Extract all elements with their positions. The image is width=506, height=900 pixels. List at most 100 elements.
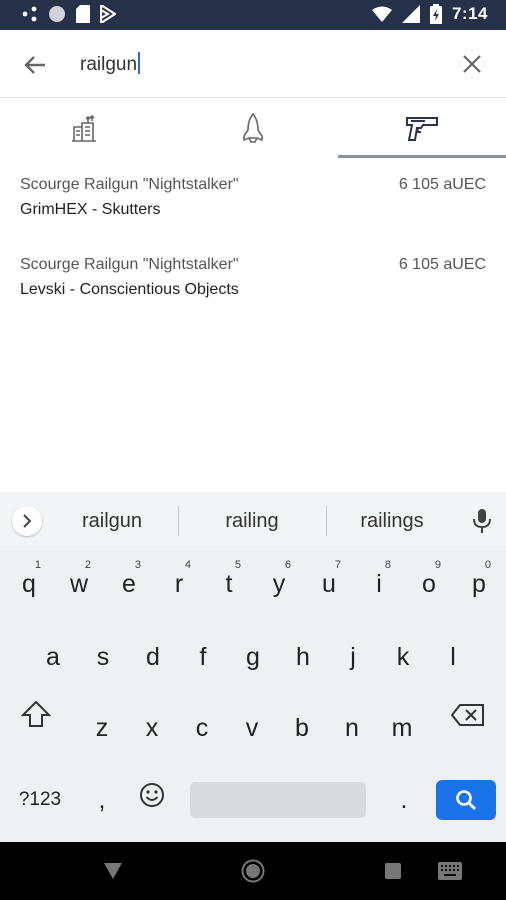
key-d[interactable]: d <box>129 629 177 685</box>
share-icon <box>22 6 37 22</box>
search-query: railgun <box>80 54 138 75</box>
key-b[interactable]: b <box>278 700 326 756</box>
item-location: Levski - Conscientious Objects <box>20 281 239 298</box>
suggestion-3[interactable]: railings <box>327 510 457 533</box>
backspace-key[interactable] <box>442 704 494 728</box>
key-u[interactable]: u7 <box>305 556 353 612</box>
search-key[interactable] <box>436 780 496 820</box>
key-letter: w <box>69 570 89 598</box>
suggestion-2[interactable]: railing <box>187 510 317 533</box>
item-price: 6 105 aUEC <box>398 256 486 273</box>
key-x[interactable]: x <box>128 700 176 756</box>
key-r[interactable]: r4 <box>155 556 203 612</box>
circle-icon <box>49 6 65 22</box>
chevron-right-icon <box>23 514 32 528</box>
key-p[interactable]: p0 <box>455 556 503 612</box>
key-letter: o <box>422 570 436 598</box>
suggestion-1[interactable]: railgun <box>47 510 177 533</box>
key-m[interactable]: m <box>378 700 426 756</box>
list-item[interactable]: Scourge Railgun "Nightstalker" 6 105 aUE… <box>0 250 506 330</box>
key-n[interactable]: n <box>328 700 376 756</box>
key-t[interactable]: t5 <box>205 556 253 612</box>
clock: 7:14 <box>451 4 488 23</box>
key-z[interactable]: z <box>78 700 126 756</box>
key-y[interactable]: y6 <box>255 556 303 612</box>
key-number-hint: 6 <box>284 559 291 571</box>
key-letter: t <box>225 570 233 598</box>
key-k[interactable]: k <box>379 629 427 685</box>
key-number-hint: 4 <box>184 559 191 571</box>
key-e[interactable]: e3 <box>105 556 153 612</box>
selected-tab-indicator <box>338 155 506 158</box>
expand-toolbar-button[interactable] <box>12 506 42 536</box>
building-icon <box>72 114 96 142</box>
key-c[interactable]: c <box>178 700 226 756</box>
key-v[interactable]: v <box>228 700 276 756</box>
shift-icon <box>20 700 52 727</box>
key-letter: p <box>472 570 486 598</box>
key-letter: q <box>22 570 36 598</box>
nav-home-icon[interactable] <box>241 859 265 883</box>
list-item[interactable]: Scourge Railgun "Nightstalker" 6 105 aUE… <box>0 170 506 250</box>
emoji-icon <box>140 783 164 807</box>
key-q[interactable]: q1 <box>5 556 53 612</box>
signal-icon <box>401 5 420 23</box>
nav-back-icon[interactable] <box>103 862 123 880</box>
key-l[interactable]: l <box>429 629 477 685</box>
tab-ships[interactable] <box>169 98 337 158</box>
emoji-key[interactable] <box>128 772 176 828</box>
key-g[interactable]: g <box>229 629 277 685</box>
key-letter: r <box>174 570 184 598</box>
key-letter: u <box>322 570 336 598</box>
key-number-hint: 0 <box>484 559 491 571</box>
comma-key[interactable]: , <box>78 772 126 828</box>
period-key[interactable]: . <box>380 772 428 828</box>
back-arrow-icon[interactable] <box>20 50 50 80</box>
space-bar[interactable] <box>190 782 366 818</box>
close-icon[interactable] <box>458 50 486 78</box>
tab-weapons[interactable] <box>338 98 506 158</box>
suggestion-bar: railgun railing railings <box>0 492 506 550</box>
key-a[interactable]: a <box>29 629 77 685</box>
key-f[interactable]: f <box>179 629 227 685</box>
keyboard: railgun railing railings q1w2e3r4t5y6u7i… <box>0 492 506 842</box>
search-input[interactable]: railgun <box>80 52 141 76</box>
nav-recents-icon[interactable] <box>385 863 401 879</box>
key-letter: e <box>122 570 136 598</box>
key-j[interactable]: j <box>329 629 377 685</box>
keyboard-switch-icon[interactable] <box>438 862 462 880</box>
key-number-hint: 8 <box>384 559 391 571</box>
play-store-icon <box>100 5 116 23</box>
key-h[interactable]: h <box>279 629 327 685</box>
key-number-hint: 2 <box>84 559 91 571</box>
tab-stations[interactable] <box>0 98 168 158</box>
navigation-bar <box>0 842 506 900</box>
wifi-icon <box>371 6 392 22</box>
results-list: Scourge Railgun "Nightstalker" 6 105 aUE… <box>0 170 506 330</box>
key-s[interactable]: s <box>79 629 127 685</box>
gun-icon <box>406 117 438 141</box>
system-icons: 7:14 <box>371 4 488 24</box>
key-number-hint: 3 <box>134 559 141 571</box>
spaceship-icon <box>243 112 263 143</box>
key-number-hint: 1 <box>34 559 41 571</box>
sd-card-icon <box>76 5 90 23</box>
key-number-hint: 9 <box>434 559 441 571</box>
key-o[interactable]: o9 <box>405 556 453 612</box>
key-number-hint: 5 <box>234 559 241 571</box>
text-cursor <box>138 52 141 74</box>
item-name: Scourge Railgun "Nightstalker" <box>20 176 239 193</box>
status-bar: 7:14 <box>0 0 506 30</box>
category-tabs <box>0 98 506 158</box>
key-number-hint: 7 <box>334 559 341 571</box>
key-i[interactable]: i8 <box>355 556 403 612</box>
shift-key[interactable] <box>12 686 60 742</box>
item-name: Scourge Railgun "Nightstalker" <box>20 256 239 273</box>
key-letter: y <box>272 570 286 598</box>
symbols-key[interactable]: ?123 <box>8 772 72 828</box>
key-letter: i <box>376 570 382 598</box>
key-w[interactable]: w2 <box>55 556 103 612</box>
battery-charging-icon <box>429 4 442 24</box>
microphone-icon[interactable] <box>472 508 492 534</box>
backspace-icon <box>450 704 484 726</box>
